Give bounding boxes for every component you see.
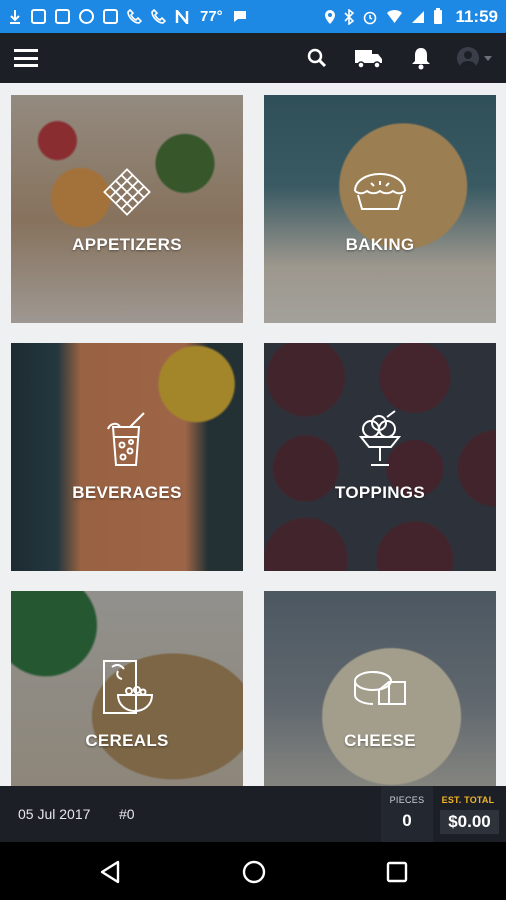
category-tile-toppings[interactable]: TOPPINGS	[264, 343, 496, 571]
bluetooth-icon	[344, 8, 355, 25]
ice-cream-sundae-icon	[358, 410, 402, 466]
app-bar	[0, 33, 506, 83]
download-icon	[10, 9, 20, 24]
category-tile-cheese[interactable]: CHEESE	[264, 591, 496, 786]
search-icon[interactable]	[303, 44, 331, 72]
battery-icon	[434, 8, 443, 24]
total-label: EST. TOTAL	[441, 795, 495, 805]
back-icon[interactable]	[97, 858, 125, 886]
category-label: CHEESE	[344, 731, 416, 750]
cereal-box-bowl-icon	[103, 660, 154, 714]
phone-icon	[127, 9, 142, 24]
system-navigation-bar	[0, 842, 506, 900]
n-icon	[175, 9, 189, 24]
account-avatar-icon[interactable]	[457, 47, 479, 69]
category-tile-cereals[interactable]: CEREALS	[11, 591, 243, 786]
category-label: BEVERAGES	[72, 483, 182, 502]
category-tile-beverages[interactable]: BEVERAGES	[11, 343, 243, 571]
temperature: 77°	[200, 8, 223, 25]
system-icons: 11:59	[324, 7, 498, 27]
pieces-label: PIECES	[389, 795, 425, 805]
chat-icon	[233, 11, 246, 22]
category-label: CEREALS	[85, 731, 169, 750]
category-tile-baking[interactable]: BAKING	[264, 95, 496, 323]
hamburger-menu-icon[interactable]	[14, 49, 38, 67]
sync-icon	[79, 9, 94, 24]
wifi-icon	[387, 9, 403, 23]
signal-icon	[412, 10, 425, 23]
location-icon	[325, 9, 336, 24]
recents-icon[interactable]	[383, 858, 411, 886]
category-label: BAKING	[345, 235, 415, 254]
total-value: $0.00	[440, 810, 499, 834]
category-grid: APPETIZERS BAKING BEVERAGES TOPPINGS CER…	[0, 83, 506, 786]
drink-glass-icon	[107, 412, 145, 466]
outlook-icon	[55, 9, 70, 24]
order-number: #0	[119, 806, 135, 822]
order-date: 05 Jul 2017	[18, 806, 91, 822]
app-icon	[103, 9, 118, 24]
estimated-total[interactable]: EST. TOTAL $0.00	[437, 786, 499, 842]
alarm-icon	[364, 11, 377, 24]
appetizer-grid-icon	[103, 168, 151, 216]
status-bar: 77° 11:59	[0, 0, 506, 33]
order-summary-bar[interactable]: 05 Jul 2017 #0 PIECES 0 EST. TOTAL $0.00	[0, 786, 506, 842]
pieces-value: 0	[402, 811, 412, 830]
bell-icon[interactable]	[407, 44, 435, 72]
home-icon[interactable]	[240, 858, 268, 886]
notification-icons: 77°	[8, 8, 248, 25]
category-tile-appetizers[interactable]: APPETIZERS	[11, 95, 243, 323]
mail-icon	[31, 9, 46, 24]
cheese-icon	[354, 671, 406, 705]
account-menu[interactable]	[457, 47, 492, 69]
category-label: TOPPINGS	[335, 483, 425, 502]
pie-icon	[354, 172, 406, 210]
category-label: APPETIZERS	[72, 235, 182, 254]
chevron-down-icon	[484, 55, 492, 61]
truck-icon[interactable]	[353, 44, 385, 72]
pieces-counter: PIECES 0	[381, 786, 433, 842]
missed-call-icon	[151, 9, 166, 24]
clock: 11:59	[455, 6, 498, 26]
